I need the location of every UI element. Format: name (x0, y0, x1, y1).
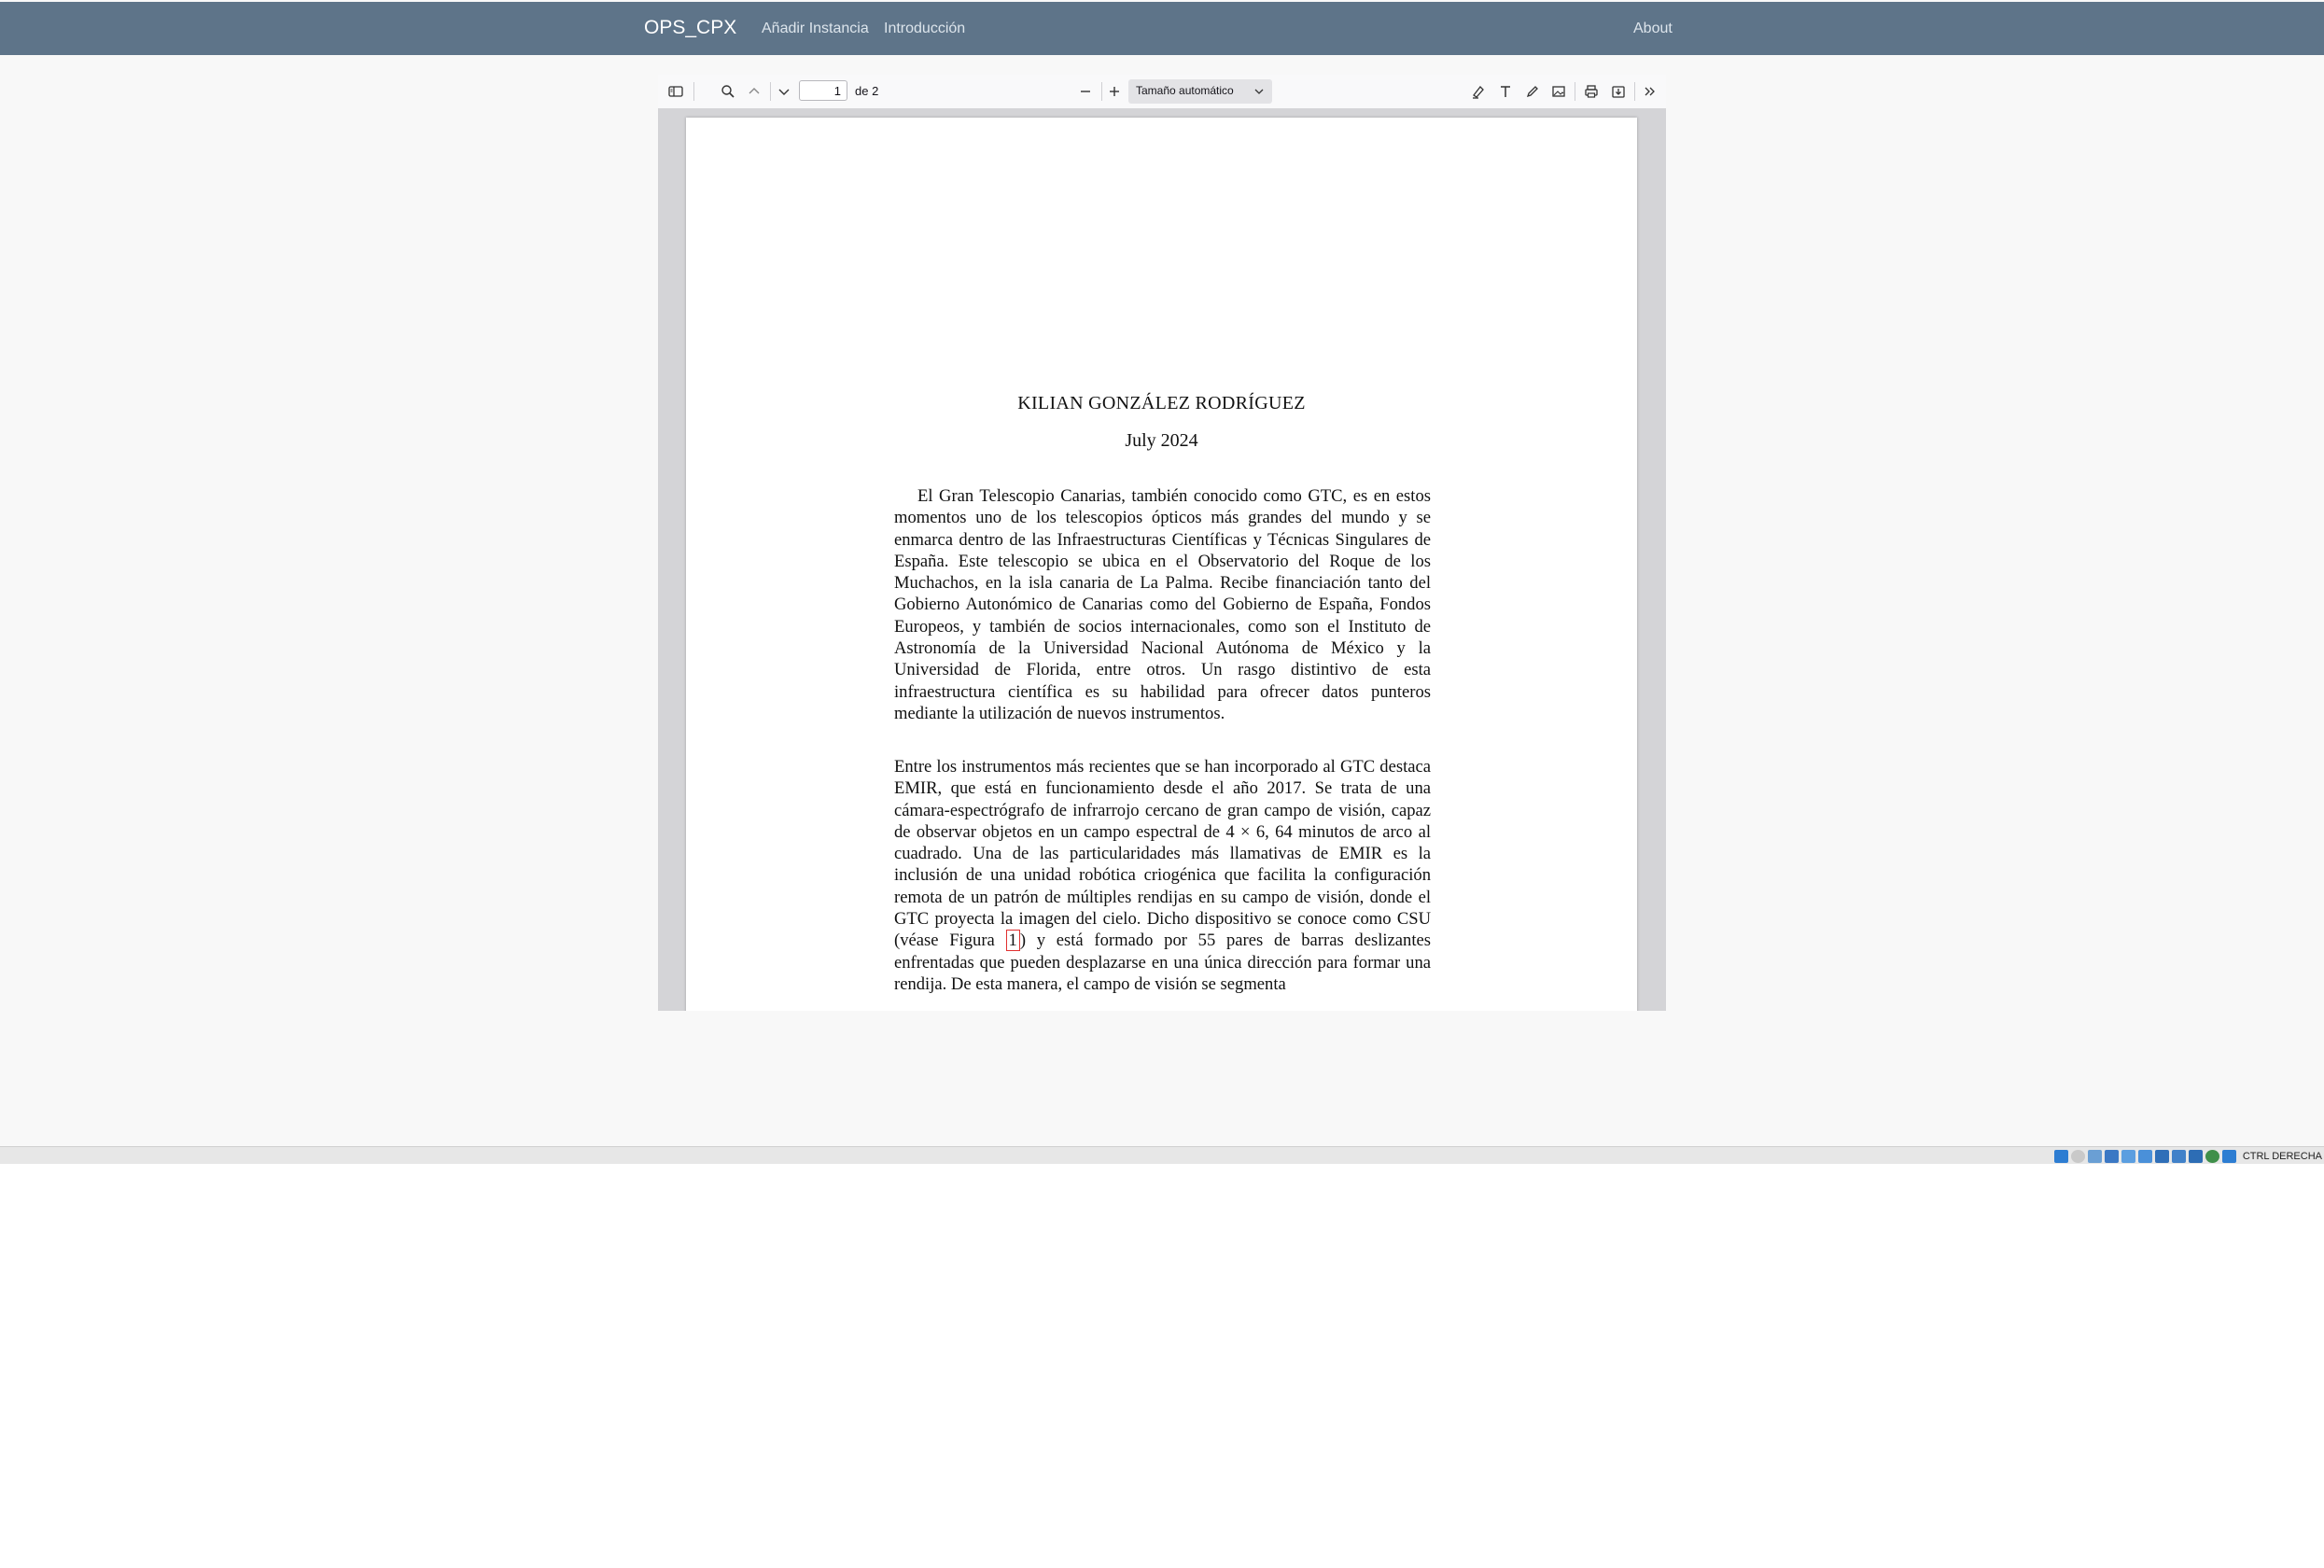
save-download-icon[interactable] (1606, 80, 1631, 103)
highlight-icon[interactable] (1466, 80, 1491, 103)
pdf-page: KILIAN GONZÁLEZ RODRÍGUEZ July 2024 El G… (686, 118, 1637, 1011)
page-number-input[interactable] (799, 80, 847, 101)
nav-link-add-instance[interactable]: Añadir Instancia (762, 21, 869, 37)
nav-link-about[interactable]: About (1633, 21, 1673, 37)
zoom-select-value: Tamaño automático (1136, 84, 1234, 97)
vm-status-bar: CTRL DERECHA (0, 1146, 2324, 1164)
pdf-viewer: de 2 Tamaño automático (658, 75, 1666, 1011)
text-tool-icon[interactable] (1493, 80, 1518, 103)
previous-page-icon[interactable] (742, 80, 766, 103)
document-paragraph: El Gran Telescopio Canarias, también con… (894, 486, 1431, 723)
next-page-icon[interactable] (772, 80, 796, 103)
browser-viewport: OPS_CPX Añadir Instancia Introducción Ab… (0, 0, 2324, 1164)
host-key-label: CTRL DERECHA (2242, 1151, 2322, 1162)
top-navbar: OPS_CPX Añadir Instancia Introducción Ab… (0, 2, 2324, 55)
audio-icon[interactable] (2087, 1150, 2102, 1163)
more-tools-icon[interactable] (1638, 80, 1662, 103)
usb-icon[interactable] (2121, 1150, 2135, 1163)
chevron-down-icon (1254, 89, 1264, 94)
brand-link[interactable]: OPS_CPX (644, 17, 736, 39)
cpu-activity-icon[interactable] (2205, 1150, 2219, 1163)
paragraph-text: Entre los instrumentos más recientes que… (894, 757, 1431, 951)
pdf-toolbar: de 2 Tamaño automático (658, 75, 1666, 109)
search-icon[interactable] (716, 80, 740, 103)
pdf-scroll-area[interactable]: KILIAN GONZÁLEZ RODRÍGUEZ July 2024 El G… (658, 108, 1666, 1011)
video-capture-icon[interactable] (2171, 1150, 2186, 1163)
document-date: July 2024 (1125, 430, 1198, 451)
recording-icon[interactable] (2188, 1150, 2203, 1163)
nav-link-introduction[interactable]: Introducción (884, 21, 965, 37)
figure-reference-link[interactable]: 1 (1005, 930, 1020, 952)
document-paragraph: Entre los instrumentos más recientes que… (894, 756, 1431, 995)
optical-drive-icon[interactable] (2070, 1150, 2085, 1163)
mouse-integration-icon[interactable] (2221, 1150, 2236, 1163)
toolbar-divider (693, 82, 694, 101)
vm-tray: CTRL DERECHA (2053, 1149, 2322, 1164)
toolbar-divider (1634, 82, 1635, 101)
hard-disk-icon[interactable] (2053, 1150, 2068, 1163)
zoom-select[interactable]: Tamaño automático (1128, 79, 1272, 104)
sidebar-toggle-icon[interactable] (664, 80, 688, 103)
add-image-icon[interactable] (1547, 80, 1571, 103)
toolbar-divider (770, 82, 771, 101)
zoom-in-icon[interactable] (1102, 80, 1127, 103)
print-icon[interactable] (1579, 80, 1603, 103)
zoom-out-icon[interactable] (1073, 80, 1098, 103)
draw-pen-icon[interactable] (1520, 80, 1545, 103)
shared-folder-icon[interactable] (2137, 1150, 2152, 1163)
display-icon[interactable] (2154, 1150, 2169, 1163)
document-author: KILIAN GONZÁLEZ RODRÍGUEZ (1017, 393, 1306, 413)
page-count-label: de 2 (855, 84, 879, 98)
network-icon[interactable] (2104, 1150, 2119, 1163)
